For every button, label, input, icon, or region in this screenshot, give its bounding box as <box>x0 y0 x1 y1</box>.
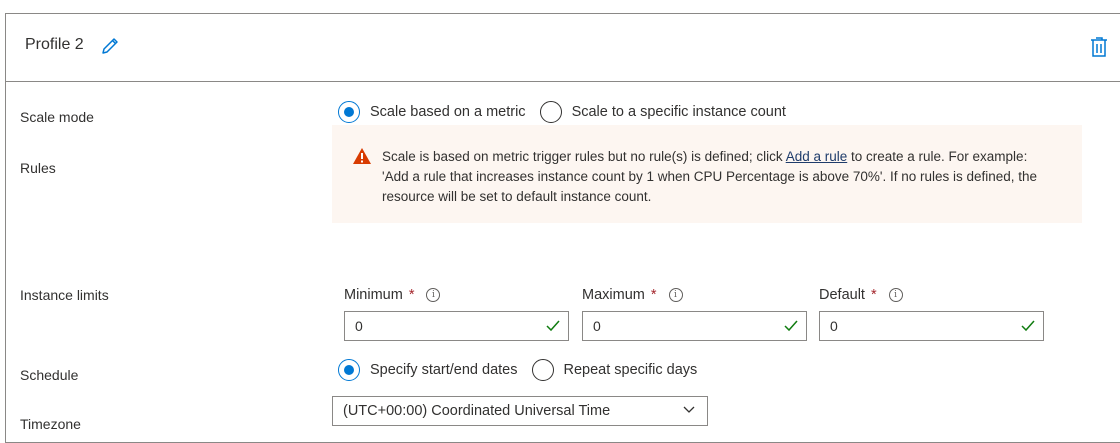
default-input[interactable]: 0 <box>819 311 1044 341</box>
maximum-value: 0 <box>593 318 601 334</box>
pencil-icon[interactable] <box>100 36 120 56</box>
check-icon <box>546 320 560 332</box>
add-a-rule-link[interactable]: Add a rule <box>786 149 848 164</box>
required-asterisk: * <box>650 287 657 303</box>
default-value: 0 <box>830 318 838 334</box>
instance-limits-label: Instance limits <box>20 287 109 303</box>
info-icon[interactable]: i <box>888 288 903 302</box>
radio-label: Specify start/end dates <box>370 362 518 378</box>
repeat-specific-days-radio[interactable]: Repeat specific days <box>531 359 698 381</box>
radio-label: Scale to a specific instance count <box>571 104 786 120</box>
minimum-value: 0 <box>355 318 363 334</box>
radio-checked-icon[interactable] <box>338 101 360 123</box>
trash-icon[interactable] <box>1090 36 1108 58</box>
timezone-label: Timezone <box>20 416 81 432</box>
required-asterisk: * <box>870 287 877 303</box>
timezone-dropdown[interactable]: (UTC+00:00) Coordinated Universal Time <box>332 396 708 426</box>
required-asterisk: * <box>408 287 415 303</box>
default-label: Default * i <box>819 287 903 303</box>
scale-mode-radio-group: Scale based on a metric Scale to a speci… <box>338 101 800 123</box>
radio-unchecked-icon[interactable] <box>539 101 562 123</box>
maximum-label-text: Maximum <box>582 287 645 303</box>
scale-to-instance-count-radio[interactable]: Scale to a specific instance count <box>539 101 786 123</box>
minimum-input[interactable]: 0 <box>344 311 569 341</box>
minimum-label: Minimum * i <box>344 287 441 303</box>
scale-based-on-metric-radio[interactable]: Scale based on a metric <box>338 101 526 123</box>
radio-unchecked-icon[interactable] <box>531 359 554 381</box>
check-icon <box>1021 320 1035 332</box>
default-label-text: Default <box>819 287 865 303</box>
radio-label: Scale based on a metric <box>370 104 526 120</box>
profile-header: Profile 2 <box>6 14 1120 82</box>
schedule-radio-group: Specify start/end dates Repeat specific … <box>338 359 711 381</box>
radio-label: Repeat specific days <box>563 362 698 378</box>
check-icon <box>784 320 798 332</box>
warning-icon <box>353 148 371 164</box>
info-icon[interactable]: i <box>668 288 683 302</box>
rules-label: Rules <box>20 160 56 176</box>
no-rules-warning: Scale is based on metric trigger rules b… <box>332 125 1082 223</box>
specify-start-end-dates-radio[interactable]: Specify start/end dates <box>338 359 518 381</box>
scale-mode-label: Scale mode <box>20 109 94 125</box>
radio-checked-icon[interactable] <box>338 359 360 381</box>
minimum-label-text: Minimum <box>344 287 403 303</box>
info-icon[interactable]: i <box>426 288 441 302</box>
timezone-value: (UTC+00:00) Coordinated Universal Time <box>343 403 611 419</box>
profile-title: Profile 2 <box>25 36 84 53</box>
maximum-label: Maximum * i <box>582 287 683 303</box>
schedule-label: Schedule <box>20 367 79 383</box>
warning-text-part: Scale is based on metric trigger rules b… <box>382 149 786 164</box>
maximum-input[interactable]: 0 <box>582 311 807 341</box>
warning-message: Scale is based on metric trigger rules b… <box>382 147 1042 207</box>
chevron-down-icon <box>683 406 695 413</box>
